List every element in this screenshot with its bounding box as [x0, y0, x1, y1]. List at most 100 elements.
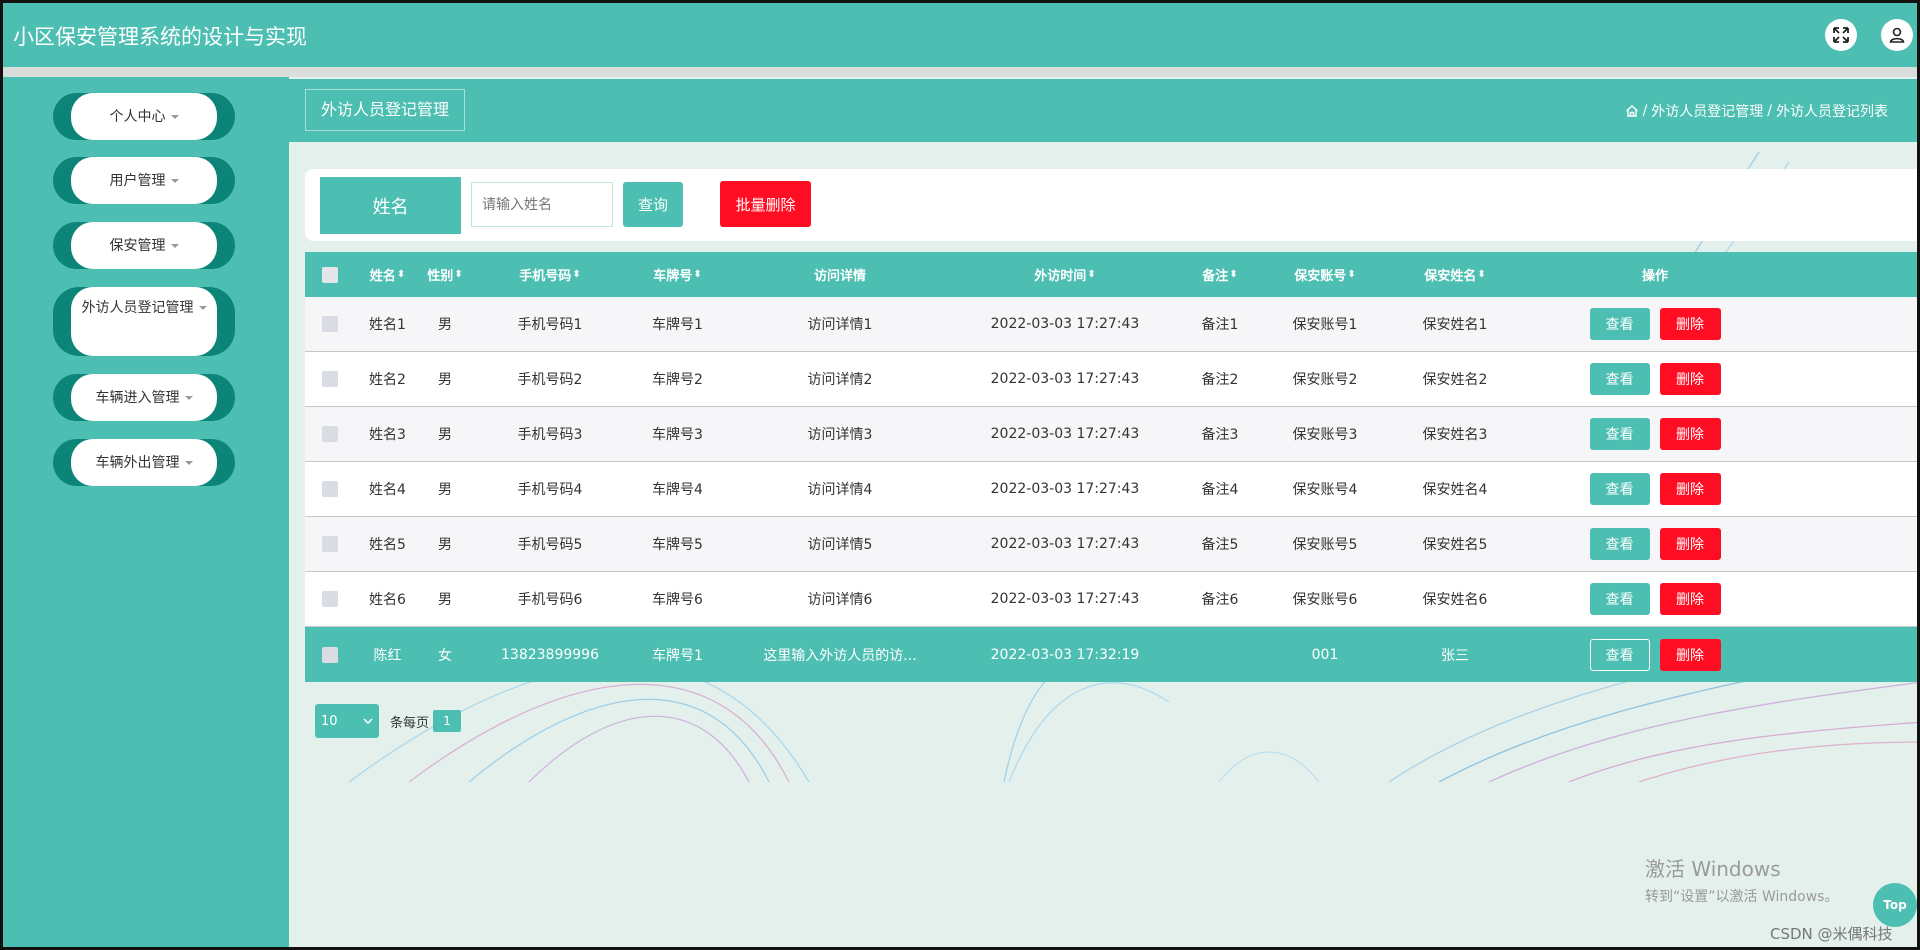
cell-plate: 车牌号1 [652, 317, 703, 333]
cell-visit-time: 2022-03-03 17:27:43 [990, 481, 1140, 497]
column-header-guard-name[interactable]: 保安姓名 ⬍ [1385, 252, 1525, 297]
sidebar-item-visitor-registration[interactable]: 外访人员登记管理 [53, 287, 235, 356]
chevron-down-icon [170, 114, 179, 119]
table-row[interactable]: 姓名6 男 手机号码6 车牌号6 访问详情6 2022-03-03 17:27:43 备注6… [305, 572, 1917, 627]
view-button[interactable]: 查看 [1589, 528, 1650, 560]
chevron-down-icon [170, 243, 179, 248]
cell-gender: 男 [438, 317, 452, 333]
actions-cell: 查看 删除 [1525, 627, 1785, 682]
query-button[interactable]: 查询 [623, 182, 683, 227]
sidebar-item-guard-management[interactable]: 保安管理 [53, 222, 235, 269]
view-button[interactable]: 查看 [1589, 418, 1650, 450]
cell-remark: 备注4 [1201, 482, 1239, 498]
breadcrumb-level1[interactable]: 外访人员登记管理 [1651, 101, 1763, 121]
row-checkbox[interactable] [322, 426, 338, 442]
home-icon[interactable] [1625, 104, 1639, 118]
delete-button[interactable]: 删除 [1659, 418, 1721, 450]
page-size-select[interactable]: 10 [315, 704, 379, 738]
sort-icon: ⬍ [572, 269, 581, 280]
sort-icon: ⬍ [1087, 269, 1096, 280]
column-header-plate[interactable]: 车牌号 ⬍ [630, 252, 725, 297]
pagination: 10 条每页 1 [315, 704, 462, 738]
search-label: 姓名 [320, 177, 461, 234]
row-checkbox[interactable] [322, 646, 338, 663]
sidebar-item-user-management[interactable]: 用户管理 [53, 157, 235, 204]
expand-icon[interactable] [1825, 19, 1857, 51]
delete-button[interactable]: 删除 [1659, 363, 1721, 395]
cell-name: 姓名5 [369, 537, 406, 553]
chevron-down-icon [184, 395, 193, 400]
sidebar-item-label: 个人中心 [109, 108, 166, 125]
cell-plate: 车牌号4 [652, 482, 703, 498]
view-button[interactable]: 查看 [1589, 638, 1650, 671]
delete-button[interactable]: 删除 [1659, 583, 1721, 615]
sidebar-item-label: 车辆进入管理 [95, 389, 180, 406]
cell-gender: 男 [438, 537, 452, 553]
actions-cell: 查看 删除 [1525, 572, 1785, 626]
cell-guard-name: 保安姓名6 [1422, 592, 1488, 608]
view-button[interactable]: 查看 [1589, 583, 1650, 615]
cell-guard-name: 保安姓名5 [1422, 537, 1488, 553]
actions-cell: 查看 删除 [1525, 352, 1785, 406]
sidebar-item-label: 外访人员登记管理 [81, 300, 194, 316]
cell-phone: 手机号码4 [517, 482, 583, 498]
csdn-watermark: CSDN @米偶科技 [1770, 925, 1893, 943]
view-button[interactable]: 查看 [1589, 308, 1650, 340]
cell-guard-account: 保安账号3 [1292, 427, 1358, 443]
column-header-remark[interactable]: 备注 ⬍ [1175, 252, 1265, 297]
page-number-button[interactable]: 1 [433, 710, 462, 732]
cell-visit-time: 2022-03-03 17:27:43 [990, 316, 1140, 332]
cell-name: 姓名4 [369, 482, 406, 498]
column-header-phone[interactable]: 手机号码 ⬍ [470, 252, 630, 297]
cell-plate: 车牌号6 [652, 592, 703, 608]
column-header-name[interactable]: 姓名 ⬍ [355, 252, 420, 297]
cell-gender: 男 [438, 372, 452, 388]
actions-cell: 查看 删除 [1525, 462, 1785, 516]
main-content: 姓名 查询 批量删除 姓名⬍ 性别⬍ 手机号码⬍ 车牌号⬍ 访问详情 外访时间⬍… [289, 142, 1917, 947]
app-frame: 小区保安管理系统的设计与实现 个人中心 用户管理 保安管理 外访人员登记管理 车… [0, 0, 1920, 950]
delete-button[interactable]: 删除 [1659, 638, 1721, 671]
sidebar-item-vehicle-entry[interactable]: 车辆进入管理 [53, 374, 235, 421]
cell-guard-name: 保安姓名4 [1422, 482, 1488, 498]
delete-button[interactable]: 删除 [1659, 473, 1721, 505]
delete-button[interactable]: 删除 [1659, 528, 1721, 560]
cell-details: 这里输入外访人员的访... [763, 647, 917, 664]
delete-button[interactable]: 删除 [1659, 308, 1721, 340]
row-checkbox[interactable] [322, 316, 338, 332]
table-row[interactable]: 姓名2 男 手机号码2 车牌号2 访问详情2 2022-03-03 17:27:43 备注2… [305, 352, 1917, 407]
cell-details: 访问详情2 [807, 372, 873, 388]
select-all-checkbox[interactable] [322, 266, 338, 283]
view-button[interactable]: 查看 [1589, 473, 1650, 505]
cell-guard-account: 保安账号6 [1292, 592, 1358, 608]
row-checkbox[interactable] [322, 591, 338, 607]
user-icon[interactable] [1881, 19, 1913, 51]
sidebar-item-vehicle-exit[interactable]: 车辆外出管理 [53, 439, 235, 486]
table-row[interactable]: 姓名1 男 手机号码1 车牌号1 访问详情1 2022-03-03 17:27:43 备注1… [305, 297, 1917, 352]
table-row[interactable]: 陈红 女 13823899996 车牌号1 这里输入外访人员的访... 2022-03-0… [305, 627, 1917, 682]
row-checkbox[interactable] [322, 481, 338, 497]
cell-gender: 女 [438, 647, 452, 664]
sidebar-item-personal-center[interactable]: 个人中心 [53, 93, 235, 140]
chevron-down-icon [184, 460, 193, 465]
back-to-top-button[interactable]: Top [1873, 883, 1917, 927]
cell-plate: 车牌号3 [652, 427, 703, 443]
cell-remark: 备注2 [1201, 372, 1239, 388]
cell-visit-time: 2022-03-03 17:32:19 [990, 646, 1140, 663]
table-row[interactable]: 姓名5 男 手机号码5 车牌号5 访问详情5 2022-03-03 17:27:43 备注5… [305, 517, 1917, 572]
sidebar-item-label: 车辆外出管理 [95, 454, 180, 471]
column-header-details: 访问详情 [813, 269, 866, 284]
search-input[interactable] [471, 182, 613, 227]
row-checkbox[interactable] [322, 536, 338, 552]
cell-visit-time: 2022-03-03 17:27:43 [990, 536, 1140, 552]
table-row[interactable]: 姓名4 男 手机号码4 车牌号4 访问详情4 2022-03-03 17:27:43 备注4… [305, 462, 1917, 517]
view-button[interactable]: 查看 [1589, 363, 1650, 395]
column-header-guard-account[interactable]: 保安账号 ⬍ [1265, 252, 1385, 297]
column-header-gender[interactable]: 性别 ⬍ [420, 252, 470, 297]
cell-guard-name: 保安姓名1 [1422, 317, 1488, 333]
table-row[interactable]: 姓名3 男 手机号码3 车牌号3 访问详情3 2022-03-03 17:27:43 备注3… [305, 407, 1917, 462]
column-header-visit-time[interactable]: 外访时间 ⬍ [955, 252, 1175, 297]
row-checkbox[interactable] [322, 371, 338, 387]
bulk-delete-button[interactable]: 批量删除 [720, 181, 811, 227]
cell-remark: 备注6 [1201, 592, 1239, 608]
page-title: 外访人员登记管理 [305, 89, 466, 131]
